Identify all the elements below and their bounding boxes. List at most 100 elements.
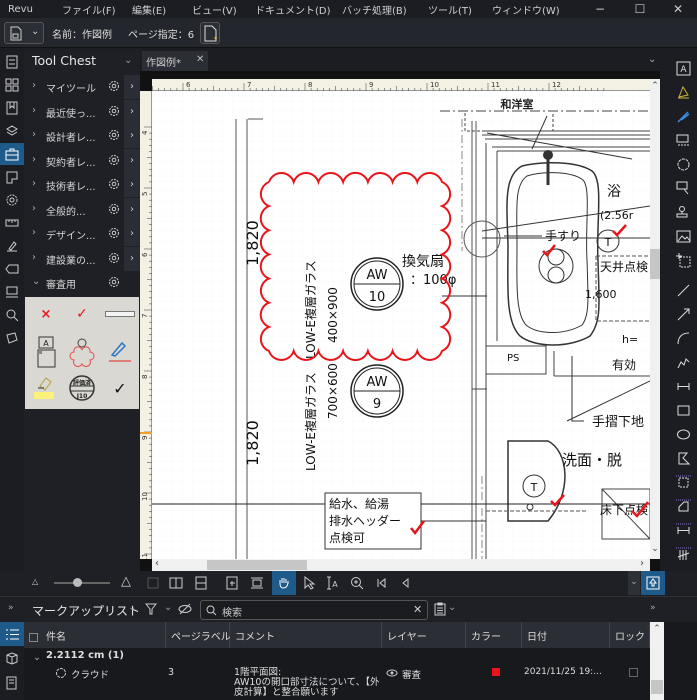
eye-icon[interactable] xyxy=(386,669,398,677)
menu-edit[interactable]: 編集(E) xyxy=(132,2,166,17)
panel-spaces[interactable] xyxy=(0,166,24,188)
chevron-right-icon[interactable]: › xyxy=(32,80,36,91)
tool-chest-item[interactable]: › マイツール › xyxy=(24,75,140,99)
panel-file-access[interactable] xyxy=(0,327,24,349)
previous-page-button[interactable] xyxy=(394,571,416,595)
tool-chest-item[interactable]: › 全般的... › xyxy=(24,197,140,222)
select-tool-button[interactable] xyxy=(298,571,320,595)
gear-icon[interactable] xyxy=(108,105,120,117)
gear-icon[interactable] xyxy=(108,276,120,288)
split-vertical-button[interactable] xyxy=(165,571,187,595)
tool-chest-item[interactable]: › 技術者レ... › xyxy=(24,173,140,197)
chevron-right-icon[interactable]: › xyxy=(32,203,36,214)
chevron-down-icon[interactable]: ⌄ xyxy=(164,602,172,613)
chevron-right-icon[interactable]: › xyxy=(124,222,140,246)
visibility-off-icon[interactable] xyxy=(178,603,192,615)
dimension-tool[interactable] xyxy=(672,375,694,397)
chevron-down-icon[interactable]: ⌄ xyxy=(124,55,132,66)
chevron-down-icon[interactable]: ⌄ xyxy=(32,276,40,287)
chevron-right-icon[interactable]: › xyxy=(124,246,140,271)
document-canvas[interactable]: 5 6 7 8 9 10 11 12 4 5 6 7 8 9 10 11 和洋室 手すり xyxy=(121,71,660,610)
zoom-tool-button[interactable] xyxy=(346,571,368,595)
panel-search[interactable] xyxy=(0,304,24,326)
fit-page-button[interactable] xyxy=(246,571,268,595)
row-lock-checkbox[interactable] xyxy=(629,668,638,677)
3d-view-button[interactable] xyxy=(5,652,19,668)
document-menu-button[interactable]: ⌄ xyxy=(4,22,44,44)
panel-settings[interactable] xyxy=(0,189,24,211)
select-text-button[interactable]: A xyxy=(322,571,344,595)
col-lock[interactable]: ロック xyxy=(610,622,650,648)
panel-stamps[interactable] xyxy=(0,281,24,303)
chevron-right-icon[interactable]: › xyxy=(32,154,36,165)
split-horizontal-button[interactable] xyxy=(190,571,212,595)
gear-icon[interactable] xyxy=(108,80,120,92)
chevron-right-icon[interactable]: › xyxy=(32,227,36,238)
chevron-right-icon[interactable]: › xyxy=(32,105,36,116)
menu-document[interactable]: ドキュメント(D) xyxy=(255,2,331,17)
snapshot-tool[interactable] xyxy=(672,249,694,271)
horizontal-scrollbar[interactable]: ‹ › xyxy=(152,558,650,571)
callout-arrow-tool[interactable] xyxy=(672,177,694,199)
arc-tool[interactable] xyxy=(672,327,694,349)
menu-batch[interactable]: バッチ処理(B) xyxy=(342,2,407,17)
filter-icon[interactable] xyxy=(145,603,157,615)
pan-tool-button[interactable] xyxy=(272,571,296,595)
single-page-button[interactable] xyxy=(142,571,164,595)
gear-icon[interactable] xyxy=(108,203,120,215)
chevron-right-icon[interactable]: › xyxy=(124,99,140,124)
expand-all-icon[interactable] xyxy=(29,632,38,642)
gear-icon[interactable] xyxy=(108,227,120,239)
thumbnail-size-slider[interactable] xyxy=(54,582,110,584)
palette-cloud[interactable] xyxy=(67,335,97,369)
ellipse-tool[interactable] xyxy=(672,423,694,445)
menu-tools[interactable]: ツール(T) xyxy=(428,2,472,17)
tool-chest-item[interactable]: › デザイン... › xyxy=(24,222,140,246)
clipboard-icon[interactable] xyxy=(434,602,446,616)
menu-window[interactable]: ウィンドウ(W) xyxy=(492,2,560,17)
close-window-button[interactable]: ✕ xyxy=(663,0,693,18)
palette-highlighter[interactable] xyxy=(31,373,61,403)
gear-icon[interactable] xyxy=(108,129,120,141)
list-view-button[interactable] xyxy=(0,622,24,646)
table-scrollbar[interactable]: ⌃ xyxy=(650,622,664,700)
area-measure-tool[interactable] xyxy=(672,471,694,493)
row-color-swatch[interactable] xyxy=(492,668,500,676)
palette-callout[interactable]: A xyxy=(33,335,59,369)
panel-layers[interactable] xyxy=(0,120,24,142)
panel-signatures[interactable] xyxy=(0,235,24,257)
sync-button[interactable] xyxy=(221,571,243,595)
col-color[interactable]: カラー xyxy=(466,622,522,648)
line-tool[interactable] xyxy=(672,279,694,301)
panel-tags[interactable] xyxy=(0,258,24,280)
slider-handle[interactable] xyxy=(73,578,82,587)
palette-red-x[interactable]: × xyxy=(33,303,59,325)
callout-tool[interactable] xyxy=(672,129,694,151)
tool-chest-item[interactable]: › 契約者レ... › xyxy=(24,148,140,173)
vertical-scrollbar[interactable]: ⌃ ⌄ xyxy=(650,79,660,559)
gear-icon[interactable] xyxy=(108,154,120,166)
pen-tool[interactable] xyxy=(672,105,694,127)
markup-list-title[interactable]: マークアップリスト xyxy=(32,602,140,619)
collapse-panel-icon[interactable]: » xyxy=(8,603,14,613)
polygon-tool[interactable] xyxy=(672,447,694,469)
col-subject[interactable]: 件名 xyxy=(24,622,166,648)
panel-properties[interactable] xyxy=(0,51,24,73)
rectangle-tool[interactable] xyxy=(672,399,694,421)
palette-pen[interactable] xyxy=(105,335,135,369)
chevron-right-icon[interactable]: › xyxy=(124,197,140,222)
new-page-button[interactable] xyxy=(200,22,220,44)
chevron-right-icon[interactable]: › xyxy=(124,75,140,99)
chevron-right-icon[interactable]: › xyxy=(124,124,140,148)
palette-text-stamp[interactable] xyxy=(103,303,137,325)
arrow-tool[interactable] xyxy=(672,303,694,325)
chevron-down-icon[interactable]: ⌄ xyxy=(128,602,136,613)
col-layer[interactable]: レイヤー xyxy=(382,622,466,648)
col-page-label[interactable]: ページラベル xyxy=(166,622,231,648)
chevron-right-icon[interactable]: › xyxy=(32,252,36,263)
text-box-tool[interactable]: A xyxy=(672,57,694,79)
maximize-button[interactable]: ☐ xyxy=(625,0,655,18)
chevron-down-icon[interactable]: ⌄ xyxy=(448,602,456,613)
menu-file[interactable]: ファイル(F) xyxy=(62,2,116,17)
more-icon[interactable]: » xyxy=(650,603,656,613)
